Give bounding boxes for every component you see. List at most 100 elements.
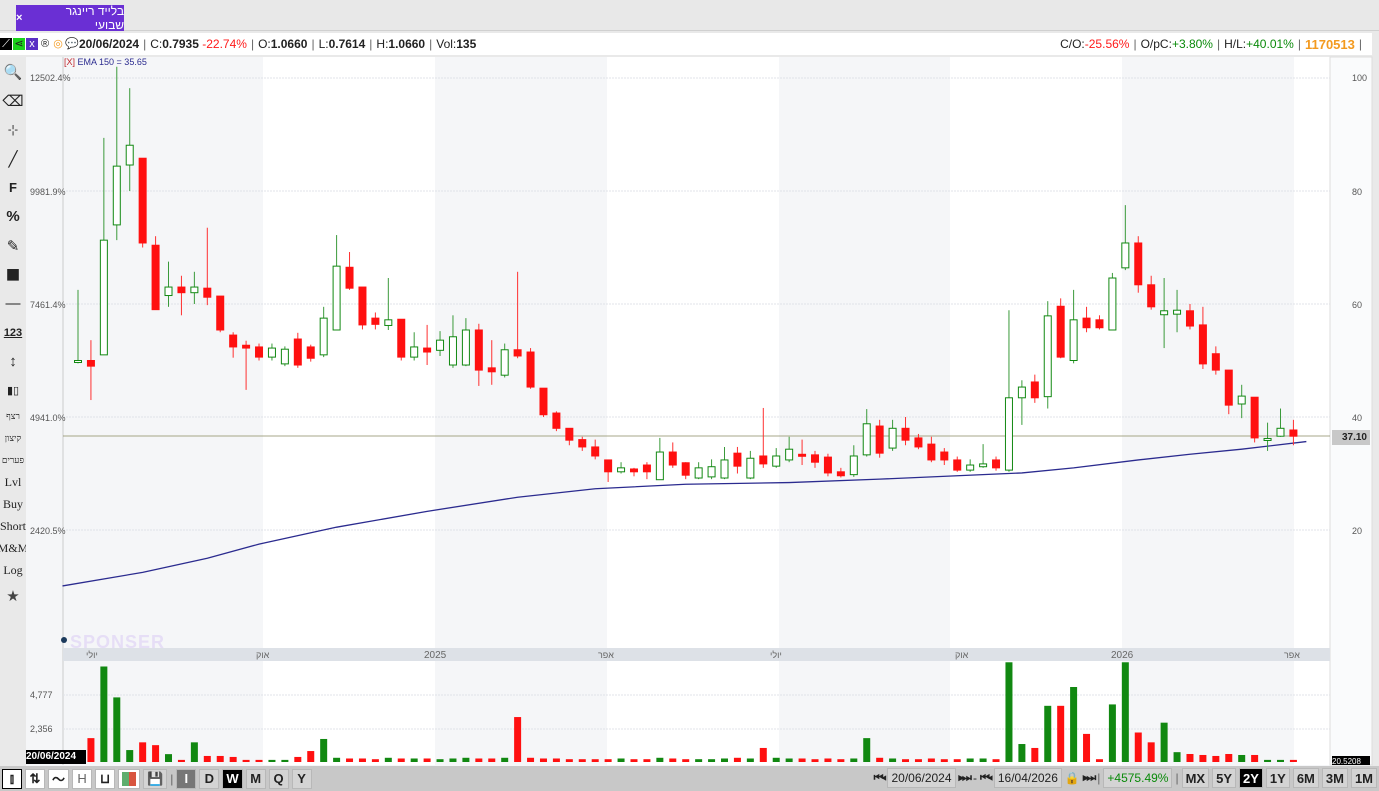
candle-body (1263, 437, 1272, 441)
volume-bar (1095, 759, 1103, 762)
interval-yearly[interactable]: Y (291, 768, 312, 789)
candles-chart-button[interactable]: ⫾ (2, 768, 22, 789)
time-label: אוק (955, 650, 969, 660)
candle-body (448, 336, 457, 366)
interval-weekly[interactable]: W (222, 768, 243, 789)
candle-body (1173, 309, 1182, 315)
candle-body (487, 367, 496, 373)
candle-body (1147, 284, 1156, 308)
candle-body (267, 347, 276, 358)
volume-bar (216, 755, 224, 762)
interval-daily[interactable]: D (199, 768, 220, 789)
time-label: יולי (770, 650, 782, 660)
candle-body (811, 454, 820, 463)
time-axis-bar (63, 648, 1330, 661)
candle-body (707, 466, 716, 478)
volume-bar (436, 759, 444, 762)
candle-body (940, 451, 949, 461)
time-label: אפר (1284, 650, 1300, 660)
candle-body (1043, 315, 1052, 398)
bars-chart-button[interactable]: ⇅ (25, 768, 45, 789)
to-date-field[interactable]: 16/04/2026 (993, 768, 1062, 788)
candle-body (862, 423, 871, 456)
candle-body (1185, 310, 1194, 327)
volume-bar (346, 758, 354, 762)
candle-body (1276, 427, 1285, 437)
interval-monthly[interactable]: M (245, 768, 266, 789)
volume-bar (449, 758, 457, 762)
volume-bar (126, 750, 134, 762)
range-max[interactable]: MX (1181, 768, 1210, 788)
candle-body (216, 295, 225, 331)
candle-body (1017, 386, 1026, 399)
volume-bar (850, 758, 858, 762)
range-1y[interactable]: 1Y (1265, 768, 1290, 788)
range-5y[interactable]: 5Y (1212, 768, 1236, 788)
range-3m[interactable]: 3M (1321, 768, 1348, 788)
volume-bar (979, 758, 987, 762)
volume-bar (1134, 732, 1142, 762)
time-label: אוק (256, 650, 270, 660)
volume-bar (152, 745, 160, 762)
candle-body (1134, 242, 1143, 286)
left-axis-label: 2420.5% (30, 526, 66, 536)
u-chart-button[interactable]: ⊔ (95, 768, 116, 789)
candle-body (358, 286, 367, 326)
candle-body (203, 287, 212, 298)
candle-body (99, 239, 108, 356)
from-date-field[interactable]: 20/06/2024 (887, 768, 956, 788)
left-axis-label: 12502.4% (30, 73, 71, 83)
candle-body (500, 349, 509, 376)
range-2y[interactable]: 2Y (1239, 768, 1263, 788)
from-next-button[interactable]: ▸⏭ (959, 771, 972, 785)
volume-bar (1289, 759, 1297, 762)
from-first-button[interactable]: ⏮◂ (874, 772, 887, 785)
right-axis-label: 100 (1352, 73, 1368, 83)
range-6m[interactable]: 6M (1292, 768, 1319, 788)
candle-body (255, 346, 264, 358)
volume-bar (617, 758, 625, 762)
candle-body (798, 453, 807, 457)
volume-bar (255, 759, 263, 762)
volume-bar (1160, 722, 1168, 762)
candle-body (526, 351, 535, 388)
time-label: אפר (598, 650, 614, 660)
to-next-button[interactable]: ▸⏭ (1083, 771, 1096, 785)
save-icon[interactable]: 💾 (143, 768, 168, 789)
candle-body (410, 346, 419, 358)
volume-bar (1057, 705, 1065, 762)
candle-body (875, 425, 884, 454)
candle-body (681, 462, 690, 476)
line-chart-button[interactable]: 〜 (48, 768, 70, 789)
candle-body (992, 459, 1001, 469)
candle-body (306, 346, 315, 359)
volume-bar (746, 758, 754, 762)
volume-bar (889, 758, 897, 762)
candle-body (1095, 319, 1104, 329)
candle-body (617, 467, 626, 473)
interval-quarterly[interactable]: Q (268, 768, 289, 789)
volume-bar (203, 755, 211, 762)
right-axis-label: 20 (1352, 526, 1363, 536)
candle-body (1121, 242, 1130, 269)
range-1m[interactable]: 1M (1350, 768, 1377, 788)
to-first-button[interactable]: ⏮◂ (980, 772, 993, 785)
candle-body (836, 471, 845, 477)
lock-icon[interactable]: 🔒 (1065, 771, 1080, 785)
candle-body (177, 286, 186, 294)
candle-body (694, 467, 703, 479)
volume-bar (902, 759, 910, 762)
interval-intraday[interactable]: I (176, 768, 197, 789)
color-chart-button[interactable] (118, 768, 141, 789)
candle-body (668, 451, 677, 466)
hl-chart-button[interactable]: H (72, 768, 93, 789)
volume-bar (307, 751, 315, 762)
candle-body (772, 455, 781, 467)
candle-body (190, 286, 199, 294)
price-chart[interactable] (0, 0, 1379, 791)
remove-indicator-button[interactable]: [X] (64, 57, 75, 67)
volume-bar (410, 758, 418, 762)
volume-axis-label: 2,356 (30, 724, 53, 734)
candle-body (1108, 277, 1117, 331)
candle-body (655, 451, 664, 481)
